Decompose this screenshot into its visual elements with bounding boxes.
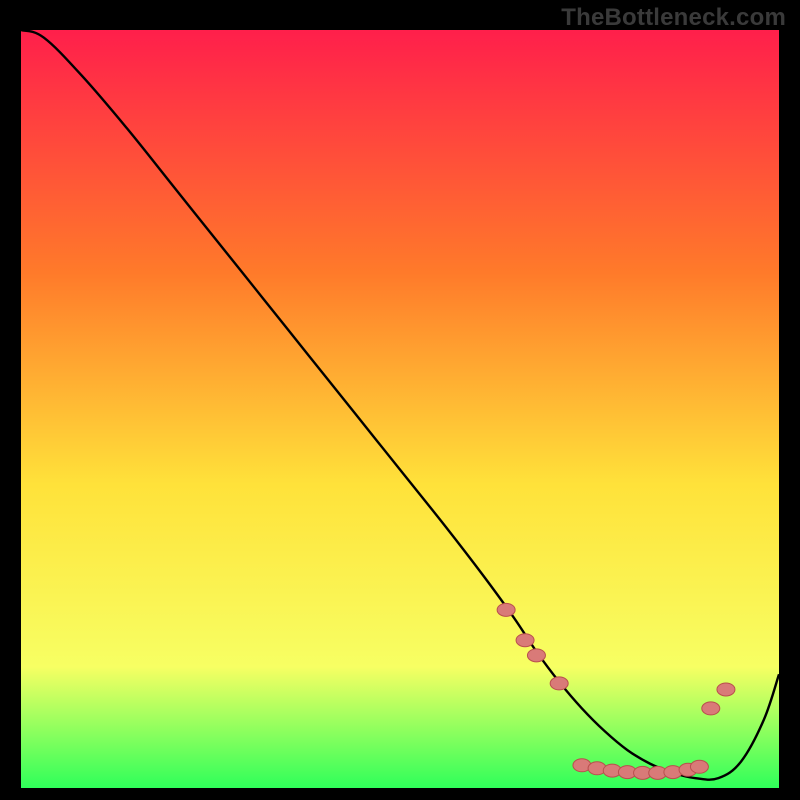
curve-marker [527, 649, 545, 662]
curve-marker [550, 677, 568, 690]
bottleneck-chart [21, 30, 779, 788]
curve-marker [497, 603, 515, 616]
gradient-background [21, 30, 779, 788]
curve-marker [690, 760, 708, 773]
watermark-text: TheBottleneck.com [561, 4, 786, 32]
curve-marker [516, 634, 534, 647]
curve-marker [702, 702, 720, 715]
curve-marker [717, 683, 735, 696]
plot-area [21, 30, 779, 788]
chart-frame: TheBottleneck.com [0, 0, 800, 800]
